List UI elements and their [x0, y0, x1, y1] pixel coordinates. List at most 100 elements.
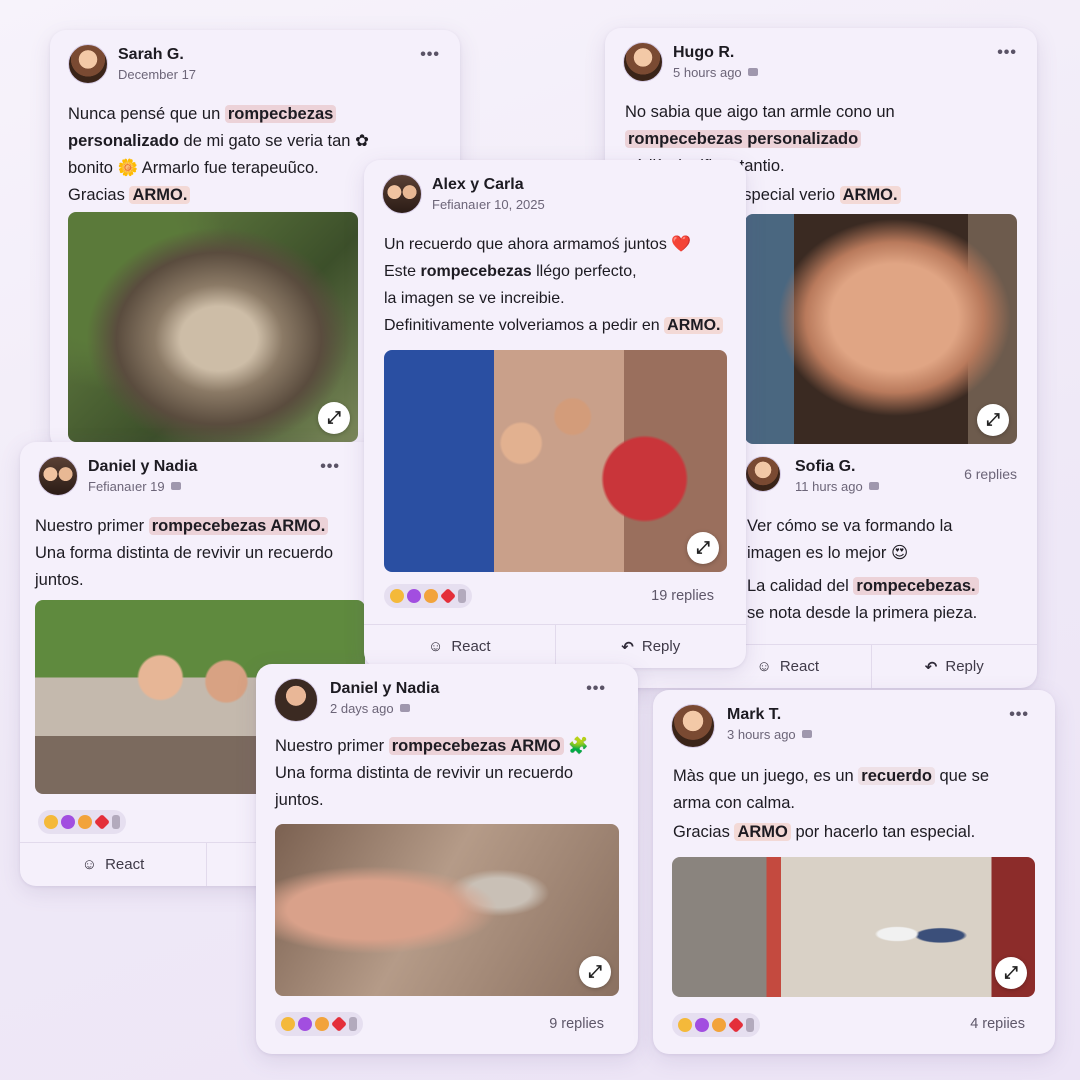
reply-count[interactable]: 6 replies — [964, 466, 1017, 482]
brand-mention[interactable]: ARMO. — [839, 186, 901, 204]
brand-mention[interactable]: ARMO — [734, 823, 791, 841]
family-puzzle-photo[interactable]: ⤢ — [384, 350, 727, 572]
author-name[interactable]: Daniel y Nadia — [88, 458, 197, 476]
reply-label: Reply — [945, 658, 984, 675]
puzzle-pieces-photo[interactable]: ⤢ — [275, 824, 619, 996]
text: por hacerlo tan especial. — [790, 823, 976, 841]
audience-icon — [868, 482, 879, 490]
group-puzzle-photo[interactable]: ⤢ — [672, 857, 1035, 997]
more-icon[interactable]: ••• — [997, 44, 1017, 62]
reactions-bar[interactable] — [384, 584, 472, 608]
avatar[interactable] — [68, 44, 108, 84]
avatar[interactable] — [623, 42, 663, 82]
more-reactions-icon — [458, 589, 466, 603]
avatar[interactable] — [38, 456, 78, 496]
heart-eyes-icon — [78, 815, 92, 829]
post-text: Màs que un juego, es un recuerdo que se … — [673, 764, 1039, 847]
post-time: December 17 — [118, 67, 197, 82]
expand-icon[interactable]: ⤢ — [318, 402, 350, 434]
audience-icon — [399, 704, 410, 712]
thumbs-up-icon — [390, 589, 404, 603]
avatar[interactable] — [671, 704, 715, 748]
reactions-bar[interactable] — [275, 1012, 363, 1036]
heart-eyes-icon — [424, 589, 438, 603]
thumbs-up-icon — [678, 1018, 692, 1032]
heart-eyes-icon — [315, 1017, 329, 1031]
time-text: 5 hours ago — [673, 65, 742, 80]
heart-icon — [440, 588, 456, 604]
highlight: rompecebezas ARMO. — [148, 517, 329, 535]
more-icon[interactable]: ••• — [420, 46, 440, 64]
reply-header: Sofia G. 11 hurs ago 6 replies — [745, 456, 1023, 500]
text: Ver cómo se va formando la — [747, 517, 953, 535]
purple-heart-icon — [298, 1017, 312, 1031]
reply-button[interactable]: ↶ Reply — [554, 625, 747, 668]
text: No sabia que aigo tan armle cono un — [625, 103, 895, 121]
author-name[interactable]: Hugo R. — [673, 44, 734, 62]
audience-icon — [801, 730, 812, 738]
react-button[interactable]: ☺ React — [364, 625, 555, 668]
reply-icon: ↶ — [924, 658, 938, 676]
post-card-daniel-center: Daniel y Nadia 2 days ago ••• Nuestro pr… — [256, 664, 638, 1054]
react-label: React — [105, 856, 145, 873]
react-icon: ☺ — [81, 856, 98, 873]
cat-puzzle-photo[interactable]: ⤢ — [68, 212, 358, 442]
expand-icon[interactable]: ⤢ — [579, 956, 611, 988]
post-time: 2 days ago — [330, 701, 410, 716]
avatar[interactable] — [382, 174, 422, 214]
text: Nunca pensé que un — [68, 105, 225, 123]
highlight: rompecebezas personalizado — [625, 130, 862, 148]
post-header: Daniel y Nadia Fefianaıer 19 ••• — [38, 456, 366, 500]
post-time: 5 hours ago — [673, 65, 758, 80]
text: la imagen se ve increibie. — [384, 290, 565, 307]
text: La calidad del — [747, 577, 854, 595]
reply-count[interactable]: 4 repiies — [970, 1016, 1025, 1032]
expand-icon[interactable]: ⤢ — [977, 404, 1009, 436]
reply-button[interactable]: ↶ Reply — [870, 645, 1038, 688]
author-name[interactable]: Sofia G. — [795, 458, 855, 476]
highlight: personalizado — [68, 132, 179, 150]
paw-icon: ✿ — [355, 132, 369, 150]
more-reactions-icon — [746, 1018, 754, 1032]
text: Gracias — [68, 186, 130, 204]
time-text: 3 hours ago — [727, 727, 796, 742]
brand-mention[interactable]: ARMO. — [664, 317, 724, 334]
avatar[interactable] — [745, 456, 781, 492]
post-actions: ☺ React ↶ Reply — [364, 624, 746, 668]
more-icon[interactable]: ••• — [1009, 706, 1029, 724]
text: juntos. — [35, 571, 84, 589]
post-time: 3 hours ago — [727, 727, 812, 742]
expand-icon[interactable]: ⤢ — [995, 957, 1027, 989]
man-puzzle-photo[interactable]: ⤢ — [745, 214, 1017, 444]
reactions-bar[interactable] — [38, 810, 126, 834]
react-button[interactable]: ☺ React — [20, 843, 206, 886]
reply-count[interactable]: 19 replies — [651, 588, 714, 604]
author-name[interactable]: Alex y Carla — [432, 176, 524, 194]
more-icon[interactable]: ••• — [320, 458, 340, 476]
more-icon[interactable]: ••• — [586, 680, 606, 698]
time-text: Fefianaıer 19 — [88, 479, 165, 494]
more-reactions-icon — [112, 815, 120, 829]
reply-label: Reply — [641, 638, 681, 655]
avatar[interactable] — [274, 678, 318, 722]
highlight: rompecebezas. — [853, 577, 979, 595]
post-time: Fefianaıer 10, 2025 — [432, 197, 545, 212]
post-header: Hugo R. 5 hours ago ••• — [623, 42, 1023, 86]
thumbs-up-icon — [281, 1017, 295, 1031]
reactions-bar[interactable] — [672, 1013, 760, 1037]
react-icon: ☺ — [427, 638, 444, 655]
post-card-alex: Alex y Carla Fefianaıer 10, 2025 Un recu… — [364, 160, 746, 668]
highlight: recuerdo — [858, 767, 935, 785]
time-text: 11 hurs ago — [795, 479, 863, 494]
text: Una forma distinta de revivir un recuerd… — [275, 764, 574, 782]
reply-count[interactable]: 9 replies — [549, 1016, 604, 1032]
react-label: React — [451, 638, 491, 655]
post-time: Fefianaıer 19 — [88, 479, 181, 494]
author-name[interactable]: Sarah G. — [118, 46, 184, 64]
text: Nuestro primer — [35, 517, 149, 535]
expand-icon[interactable]: ⤢ — [687, 532, 719, 564]
author-name[interactable]: Mark T. — [727, 706, 781, 724]
author-name[interactable]: Daniel y Nadia — [330, 680, 439, 698]
brand-mention[interactable]: ARMO. — [129, 186, 191, 204]
reply-actions: ☺ React ↶ Reply — [705, 644, 1037, 688]
